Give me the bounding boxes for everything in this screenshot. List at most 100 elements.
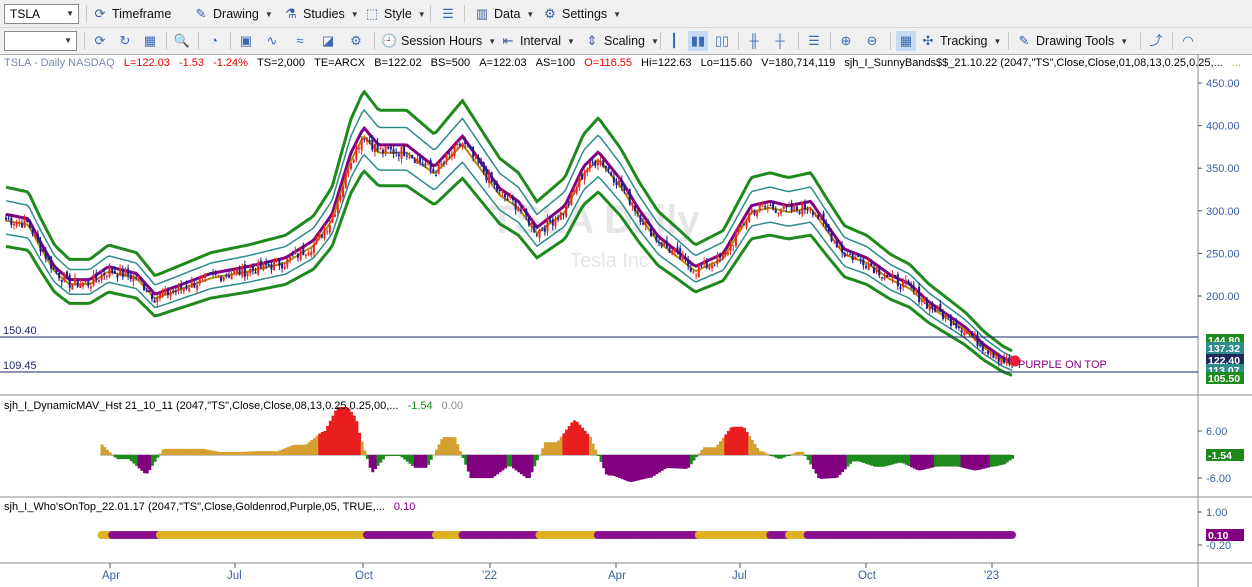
volume-bars-icon[interactable]: ╫: [744, 31, 764, 51]
candle-body: [493, 182, 496, 185]
trend-line-icon[interactable]: ⤴: [1146, 31, 1166, 51]
histogram-bar: [546, 442, 550, 455]
drawing-button[interactable]: ✎ Drawing ▼: [193, 3, 273, 25]
scaling-label: Scaling: [604, 34, 645, 48]
candle-body: [137, 276, 140, 279]
settings-button[interactable]: ⚙ Settings ▼: [542, 3, 621, 25]
candle-body: [92, 274, 95, 286]
hollow-candle-icon[interactable]: ▯▯: [712, 31, 732, 51]
candle-body: [453, 145, 456, 156]
scaling-button[interactable]: ⇕ Scaling ▼: [584, 30, 659, 52]
histogram-bar: [504, 455, 508, 469]
data-button[interactable]: ▥ Data ▼: [474, 3, 534, 25]
histogram-bar: [599, 455, 603, 463]
histogram-bar: [174, 448, 178, 455]
candle-body: [604, 165, 607, 169]
histogram-bar: [281, 449, 285, 455]
histogram-bar: [973, 455, 977, 471]
histogram-bar: [626, 455, 630, 482]
candle-body: [384, 146, 387, 153]
x-tick-label: Jul: [227, 570, 242, 582]
candle-body: [798, 211, 801, 214]
bid-value: B=122.02: [374, 57, 422, 69]
histogram-bar: [976, 455, 980, 471]
settings-icon[interactable]: ⚙: [346, 31, 366, 51]
histogram-bar: [339, 407, 343, 455]
dynamicmav-study-label: sjh_I_DynamicMAV_Hst 21_10_11 (2047,"TS"…: [4, 400, 399, 412]
candle-body: [124, 270, 127, 276]
candle-body: [920, 300, 923, 302]
candle-body: [421, 163, 424, 165]
divider: [198, 32, 199, 50]
reload-icon[interactable]: ↻: [115, 31, 135, 51]
candle-body: [862, 259, 865, 266]
y-tick-label: -6.00: [1206, 473, 1231, 485]
histogram-bar: [997, 455, 1001, 466]
layout-icon[interactable]: ☰: [438, 4, 458, 24]
studies-button[interactable]: ⚗ Studies ▼: [283, 3, 358, 25]
watermark-name: Tesla Inc: [570, 250, 649, 272]
zoom-icon[interactable]: 🔍: [172, 31, 192, 51]
candle-body: [819, 215, 822, 218]
candle-body: [397, 154, 400, 157]
candle-body: [692, 272, 695, 274]
candle-body: [225, 274, 228, 277]
zoom-in-icon[interactable]: ⊕: [836, 31, 856, 51]
candle-body: [578, 177, 581, 188]
drawing-tools-button[interactable]: ✎ Drawing Tools ▼: [1016, 30, 1129, 52]
symbol-input[interactable]: TSLA ▼: [4, 4, 79, 24]
interval-icon: ⇤: [502, 33, 514, 48]
bs-value: BS=500: [430, 57, 471, 69]
chart-icon[interactable]: ◪: [318, 31, 338, 51]
candle-body: [214, 273, 217, 275]
candle-body: [989, 353, 992, 355]
candle-body: [413, 159, 416, 164]
clock-icon[interactable]: ◔: [204, 31, 224, 51]
grid-icon[interactable]: ▦: [140, 31, 160, 51]
histogram-bar: [838, 455, 842, 475]
style-button[interactable]: ⬚ Style ▼: [364, 3, 426, 25]
candle-body: [257, 262, 260, 275]
histogram-bar: [389, 455, 393, 456]
histogram-bar: [352, 415, 356, 455]
histogram-bar: [636, 455, 640, 481]
candle-body: [968, 333, 971, 335]
interval-button[interactable]: ⇤ Interval ▼: [500, 30, 575, 52]
candle-body: [121, 268, 124, 278]
line-chart-icon[interactable]: ∿: [262, 31, 282, 51]
candle-body: [904, 279, 907, 283]
histogram-bar: [551, 442, 555, 455]
candle-body: [689, 268, 692, 272]
candle-body: [650, 224, 653, 237]
histogram-bar: [867, 455, 871, 465]
histogram-bar: [947, 455, 951, 467]
speedometer-icon[interactable]: ◠: [1178, 31, 1198, 51]
chevron-down-icon: ▼: [526, 9, 535, 19]
candle-body: [697, 266, 700, 277]
refresh-icon[interactable]: ⟳: [90, 31, 110, 51]
candle-body: [888, 276, 891, 278]
layout-icon[interactable]: ☰: [804, 31, 824, 51]
price-label: 137.32: [1208, 343, 1240, 355]
chart-area[interactable]: TSLA Daily Tesla Inc 450.00 400.00 350.00 300…: [0, 54, 1252, 587]
zoom-out-icon[interactable]: ⊖: [862, 31, 882, 51]
candle-body: [66, 271, 69, 276]
tracking-button[interactable]: ✣ Tracking ▼: [920, 30, 1002, 52]
candle-body: [772, 202, 775, 209]
interval-combo[interactable]: ▼: [4, 31, 77, 51]
candle-body: [365, 138, 368, 142]
histogram-bar: [437, 444, 441, 455]
candle-body: [663, 242, 666, 246]
crosshair-grid-icon[interactable]: ▦: [896, 31, 916, 51]
session-hours-button[interactable]: 🕘 Session Hours ▼: [381, 30, 496, 52]
candlestick-icon[interactable]: ▮▮: [688, 31, 708, 51]
histogram-bar: [493, 455, 497, 477]
image-icon[interactable]: ▣: [236, 31, 256, 51]
candle-body: [289, 256, 292, 259]
candle-body: [132, 275, 135, 282]
timeframe-button[interactable]: ⟳ Timeframe: [92, 3, 172, 25]
candle-body: [95, 272, 98, 280]
ohlc-bars-icon[interactable]: ┃: [664, 31, 684, 51]
range-bars-icon[interactable]: ┼: [770, 31, 790, 51]
wave-icon[interactable]: ≈: [290, 31, 310, 51]
